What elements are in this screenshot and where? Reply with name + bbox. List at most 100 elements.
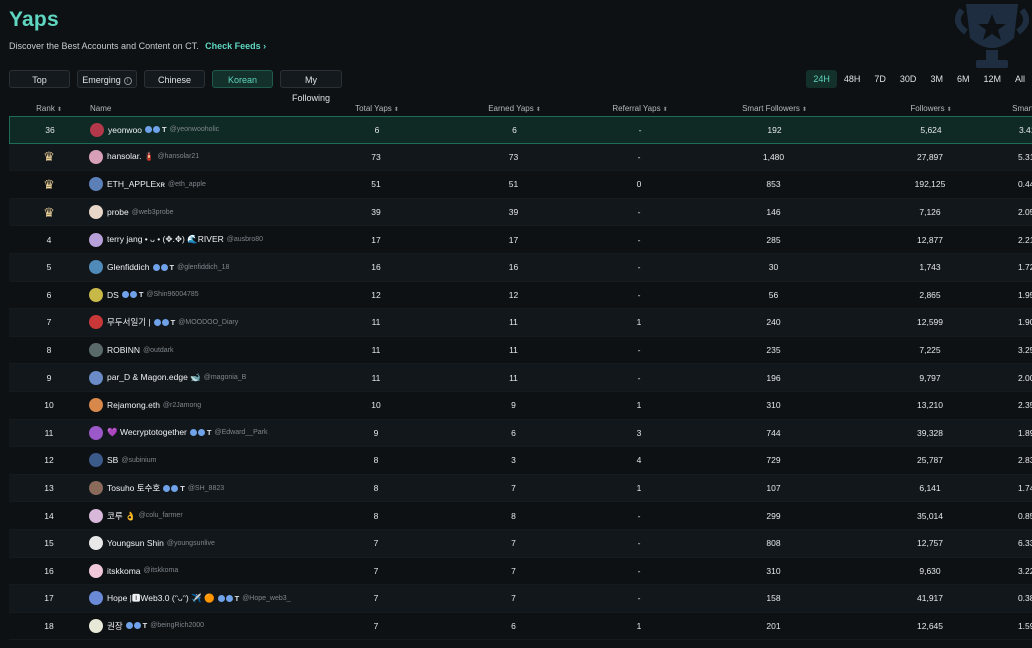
table-row[interactable]: 8 ROBINN@outdark 11 11 - 235 7,225 3.25% <box>9 337 1032 365</box>
display-name[interactable]: Rejamong.eth <box>107 400 160 410</box>
time-12m[interactable]: 12M <box>976 70 1008 88</box>
table-row[interactable]: 16 itskkoma@itskkoma 7 7 - 310 9,630 3.22% <box>9 558 1032 586</box>
display-name[interactable]: SB <box>107 455 118 465</box>
table-row[interactable]: 11 💜 Wecryptotogether T @Edward__Park 9 6 3 744… <box>9 419 1032 448</box>
avatar[interactable] <box>89 481 103 496</box>
tab-emerging[interactable]: Emerging i <box>77 70 137 88</box>
user-handle[interactable]: @ausbro80 <box>227 236 263 243</box>
avatar[interactable] <box>89 287 103 302</box>
table-row[interactable]: 13 Tosuho 토수호 T@SH_8823 8 7 1 107 6,141 1.74% <box>9 474 1032 503</box>
user-handle[interactable]: @web3probe <box>132 209 174 216</box>
avatar[interactable] <box>89 508 103 523</box>
user-handle[interactable]: @magonia_B <box>204 374 247 381</box>
smart-pct-cell: 3.25% <box>1017 345 1032 356</box>
tab-chinese[interactable]: Chinese <box>144 70 205 88</box>
header-earned-yaps[interactable]: Earned Yaps ⬍ <box>432 104 597 113</box>
user-handle[interactable]: @MOODOO_Diary <box>178 319 238 326</box>
display-name[interactable]: ROBINN <box>107 345 140 355</box>
header-smart-pct[interactable]: Smart %⬍ <box>996 104 1032 113</box>
display-name[interactable]: 코루 👌 <box>107 510 136 522</box>
user-handle[interactable]: @eth_apple <box>168 181 206 188</box>
avatar[interactable] <box>89 370 103 385</box>
user-handle[interactable]: @outdark <box>143 347 173 354</box>
table-row[interactable]: 9 par_D & Magon.edge 🐋 @magonia_B 11 11 - 196 9… <box>9 364 1032 392</box>
user-handle[interactable]: @youngsunlive <box>167 540 215 547</box>
time-24h[interactable]: 24H <box>806 70 837 88</box>
user-handle[interactable]: @hansolar21 <box>157 153 199 160</box>
avatar[interactable] <box>90 122 104 137</box>
avatar[interactable] <box>89 232 103 247</box>
display-name[interactable]: 권장 <box>107 620 123 632</box>
name-cell: DS T @Shin96004785 <box>89 287 321 302</box>
user-handle[interactable]: @SH_8823 <box>188 485 224 492</box>
time-all[interactable]: All <box>1008 70 1032 88</box>
header-followers[interactable]: Followers ⬍ <box>866 104 996 113</box>
display-name[interactable]: par_D & Magon.edge 🐋 <box>107 372 201 383</box>
display-name[interactable]: DS <box>107 290 119 300</box>
badges: T <box>153 318 175 327</box>
user-handle[interactable]: @Edward__Park <box>214 429 267 436</box>
display-name[interactable]: ETH_APPLExʀ <box>107 179 165 189</box>
user-handle[interactable]: @colu_farmer <box>139 512 183 519</box>
table-row-current-user[interactable]: 36 yeonwoo T@yeonwooholic 6 6 - 192 5,624 3.41% <box>9 116 1032 144</box>
avatar[interactable] <box>89 177 103 192</box>
time-7d[interactable]: 7D <box>867 70 893 88</box>
avatar[interactable] <box>89 343 103 358</box>
table-row[interactable]: ♛ probe@web3probe 39 39 - 146 7,126 2.05% <box>9 198 1032 227</box>
user-handle[interactable]: @r2Jamong <box>163 402 201 409</box>
table-row[interactable]: 10 Rejamong.eth@r2Jamong 10 9 1 310 13,210 2.35… <box>9 392 1032 420</box>
tab-my-following[interactable]: My Following <box>280 70 342 103</box>
user-handle[interactable]: @Hope_web3_ <box>242 595 290 602</box>
display-name[interactable]: Hope |🅸Web3.0 (ᵔᴗᵔ) ✈️ 🟠 <box>107 592 215 604</box>
header-referral-yaps[interactable]: Referral Yaps ⬍ <box>597 104 683 113</box>
tab-top[interactable]: Top <box>9 70 70 88</box>
avatar[interactable] <box>89 260 103 275</box>
user-handle[interactable]: @glenfiddich_18 <box>177 264 229 271</box>
table-row[interactable]: 6 DS T@Shin96004785 12 12 - 56 2,865 1.95% <box>9 282 1032 310</box>
display-name[interactable]: Youngsun Shin <box>107 538 164 548</box>
display-name[interactable]: Glenfiddich <box>107 262 150 272</box>
user-handle[interactable]: @yeonwooholic <box>170 126 220 133</box>
table-row[interactable]: 12 SB@subinium 8 3 4 729 25,787 2.83% <box>9 447 1032 475</box>
time-48h[interactable]: 48H <box>837 70 868 88</box>
header-smart-followers[interactable]: Smart Followers ⬍ <box>683 104 866 113</box>
table-row[interactable]: ♛ hansolar. 🧯 @hansolar21 73 73 - 1,480 27,897 5… <box>9 143 1032 172</box>
time-30d[interactable]: 30D <box>893 70 924 88</box>
avatar[interactable] <box>89 425 103 440</box>
table-row[interactable]: 7무두서일기 |T@MOODOO_Diary1111124012,5991.90… <box>9 309 1032 337</box>
display-name[interactable]: probe <box>107 207 129 217</box>
display-name[interactable]: 💜 Wecryptotogether <box>107 427 187 438</box>
table-row[interactable]: 5 Glenfiddich T @glenfiddich_18 16 16 - 30 1,743… <box>9 253 1032 282</box>
table-row[interactable]: 17 Hope |🅸Web3.0 (ᵔᴗᵔ) ✈️ 🟠 T @Hope_web3_ 7 7… <box>9 585 1032 613</box>
avatar[interactable] <box>89 205 103 220</box>
user-handle[interactable]: @itskkoma <box>144 567 179 574</box>
user-handle[interactable]: @Shin96004785 <box>146 291 198 298</box>
table-row[interactable]: 4 terry jang • ᴗ • (✥.✥) 🌊RIVER @ausbro80 1… <box>9 226 1032 254</box>
tab-korean[interactable]: Korean <box>212 70 273 88</box>
table-row[interactable]: 14 코루 👌@colu_farmer 8 8 - 299 35,014 0.85% <box>9 502 1032 530</box>
avatar[interactable] <box>89 453 103 468</box>
avatar[interactable] <box>89 149 103 164</box>
avatar[interactable] <box>89 591 103 606</box>
table-row[interactable]: 18 권장 T@beingRich2000 7 6 1 201 12,645 1.59% <box>9 613 1032 641</box>
avatar[interactable] <box>89 398 103 413</box>
time-3m[interactable]: 3M <box>923 70 950 88</box>
display-name[interactable]: yeonwoo <box>108 125 142 135</box>
table-row[interactable]: 15 Youngsun Shin @youngsunlive 7 7 - 808 12,757… <box>9 529 1032 558</box>
header-rank[interactable]: Rank ⬍ <box>9 104 89 113</box>
user-handle[interactable]: @subinium <box>121 457 156 464</box>
display-name[interactable]: Tosuho 토수호 <box>107 482 160 494</box>
display-name[interactable]: 무두서일기 | <box>107 316 151 328</box>
avatar[interactable] <box>89 618 103 633</box>
avatar[interactable] <box>89 536 103 551</box>
display-name[interactable]: itskkoma <box>107 566 141 576</box>
display-name[interactable]: hansolar. 🧯 <box>107 151 154 162</box>
time-6m[interactable]: 6M <box>950 70 977 88</box>
user-handle[interactable]: @beingRich2000 <box>150 622 204 629</box>
avatar[interactable] <box>89 563 103 578</box>
header-total-yaps[interactable]: Total Yaps ⬍ <box>322 104 432 113</box>
avatar[interactable] <box>89 315 103 330</box>
check-feeds-link[interactable]: Check Feeds › <box>205 41 266 51</box>
table-row[interactable]: ♛ ETH_APPLExʀ @eth_apple 51 51 0 853 192,125 0.4… <box>9 171 1032 199</box>
display-name[interactable]: terry jang • ᴗ • (✥.✥) 🌊RIVER <box>107 234 224 245</box>
